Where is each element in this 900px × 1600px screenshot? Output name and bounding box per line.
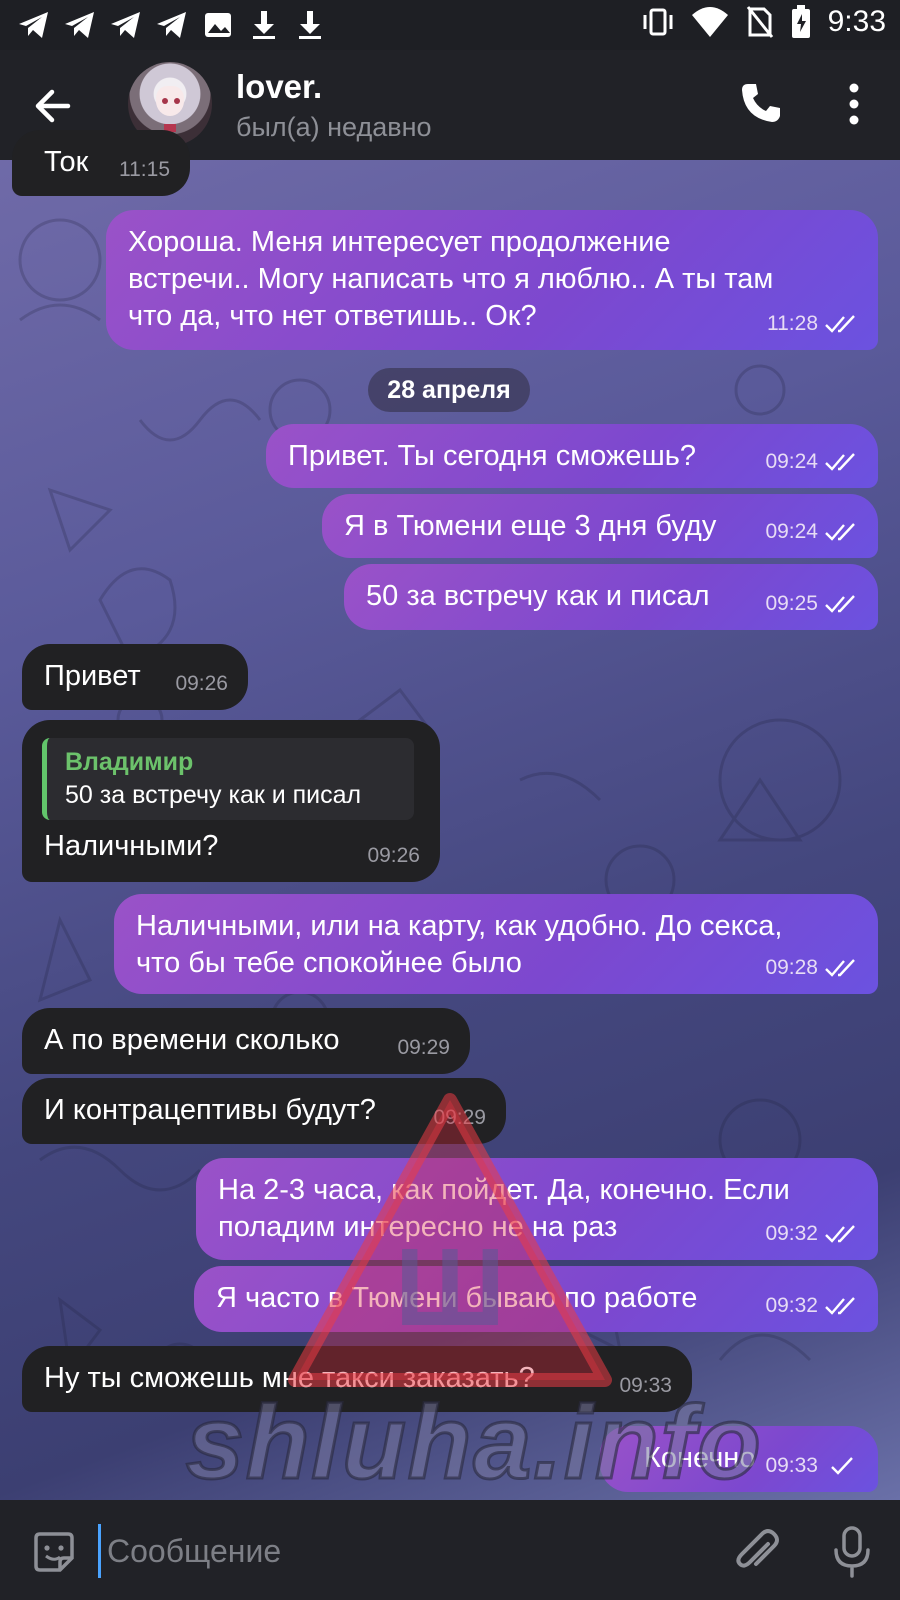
clock: 9:33 — [827, 5, 886, 38]
message-text-line: поладим интересно не на раз — [218, 1211, 618, 1243]
message-time-text: 09:33 — [619, 1374, 672, 1397]
message-time-text: 11:15 — [119, 158, 170, 181]
message-input[interactable] — [98, 1524, 709, 1578]
date-separator: 28 апреля — [368, 368, 530, 412]
notification-icons — [16, 8, 328, 42]
message-time: 09:29 — [433, 1099, 486, 1136]
message-text-line: Хороша. Меня интересует продолжение — [128, 226, 671, 258]
message-time: 09:26 — [367, 837, 420, 874]
message-outgoing[interactable]: Наличными, или на карту, как удобно. До … — [114, 894, 878, 994]
message-time-text: 09:25 — [765, 592, 818, 615]
avatar-eye — [162, 98, 168, 104]
message-incoming[interactable]: Ток 11:15 — [12, 130, 190, 196]
message-time: 09:25 — [765, 585, 858, 622]
double-check-icon — [825, 1224, 855, 1243]
telegram-icon — [157, 12, 186, 38]
telegram-icon — [111, 12, 140, 38]
message-incoming[interactable]: Привет 09:26 — [22, 644, 248, 710]
message-incoming[interactable]: А по времени сколько 09:29 — [22, 1008, 470, 1074]
vibrate-icon — [643, 8, 673, 36]
message-text: Ну ты сможешь мне такси заказать? — [44, 1362, 535, 1394]
telegram-icon — [19, 12, 48, 38]
phone-icon[interactable] — [738, 80, 784, 126]
message-time-text: 09:32 — [765, 1222, 818, 1245]
double-check-icon — [825, 1296, 855, 1315]
message-time-text: 09:24 — [765, 450, 818, 473]
message-time: 09:33 — [619, 1367, 672, 1404]
reply-text: 50 за встречу как и писал — [65, 781, 362, 809]
message-time: 09:32 — [765, 1215, 858, 1252]
message-time: 09:32 — [765, 1287, 858, 1324]
back-arrow-icon[interactable] — [28, 80, 80, 132]
message-text-line: На 2-3 часа, как пойдет. Да, конечно. Ес… — [218, 1174, 790, 1206]
message-time: 09:26 — [175, 665, 228, 702]
reply-quote[interactable]: Владимир 50 за встречу как и писал — [42, 738, 414, 820]
more-vert-icon[interactable] — [840, 80, 868, 128]
image-icon — [205, 13, 231, 37]
message-time-text: 09:26 — [367, 844, 420, 867]
message-time-text: 09:33 — [765, 1454, 818, 1477]
download-icon — [299, 11, 321, 39]
message-time: 09:28 — [765, 949, 858, 986]
battery-charging-icon — [791, 5, 810, 38]
message-time-text: 09:26 — [175, 672, 228, 695]
avatar-eye — [174, 98, 180, 104]
message-outgoing[interactable]: 50 за встречу как и писал 09:25 — [344, 564, 878, 630]
message-time-text: 09:32 — [765, 1294, 818, 1317]
message-incoming-reply[interactable]: Владимир 50 за встречу как и писал Налич… — [22, 720, 440, 882]
message-time-text: 09:28 — [765, 956, 818, 979]
message-time: 09:24 — [765, 443, 858, 480]
message-text: И контрацептивы будут? — [44, 1094, 376, 1126]
download-icon — [253, 11, 275, 39]
message-text: Ток — [44, 146, 89, 178]
reply-author: Владимир — [65, 748, 194, 776]
emoji-sticker-icon[interactable] — [30, 1528, 78, 1576]
message-text-line: встречи.. Могу написать что я люблю.. А … — [128, 263, 774, 295]
message-time: 09:29 — [397, 1029, 450, 1066]
message-outgoing[interactable]: Я в Тюмени еще 3 дня буду 09:24 — [322, 494, 878, 558]
message-incoming[interactable]: И контрацептивы будут? 09:29 — [22, 1078, 506, 1144]
message-time: 09:24 — [765, 513, 858, 550]
system-icons: 9:33 — [642, 4, 886, 40]
message-time: 09:33 — [765, 1447, 858, 1484]
message-outgoing[interactable]: Хороша. Меня интересует продолжение встр… — [106, 210, 878, 350]
message-text-line: что да, что нет ответишь.. Ок? — [128, 300, 537, 332]
double-check-icon — [825, 522, 855, 541]
message-outgoing[interactable]: Привет. Ты сегодня сможешь? 09:24 — [266, 424, 878, 488]
message-outgoing[interactable]: Я часто в Тюмени бываю по работе 09:32 — [194, 1266, 878, 1332]
wifi-icon — [691, 7, 728, 37]
double-check-icon — [825, 314, 855, 333]
double-check-icon — [825, 958, 855, 977]
message-text: Наличными? — [44, 830, 219, 862]
double-check-icon — [825, 452, 855, 471]
contact-last-seen: был(а) недавно — [236, 112, 432, 142]
single-check-icon — [831, 1456, 853, 1475]
contact-name[interactable]: lover. — [236, 68, 322, 106]
message-incoming[interactable]: Ну ты сможешь мне такси заказать? 09:33 — [22, 1346, 692, 1412]
message-text-line: что бы тебе спокойнее было — [136, 947, 522, 979]
attach-icon[interactable] — [732, 1524, 782, 1580]
message-time-text: 09:29 — [433, 1106, 486, 1129]
message-text: Я часто в Тюмени бываю по работе — [216, 1282, 698, 1314]
message-time: 11:15 — [119, 151, 170, 188]
message-outgoing[interactable]: Конечно 09:33 — [600, 1426, 878, 1492]
message-time-text: 09:24 — [765, 520, 818, 543]
double-check-icon — [825, 594, 855, 613]
message-time-text: 09:29 — [397, 1036, 450, 1059]
message-time: 11:28 — [767, 305, 858, 342]
message-text-line: Наличными, или на карту, как удобно. До … — [136, 910, 783, 942]
telegram-icon — [65, 12, 94, 38]
message-text: А по времени сколько — [44, 1024, 340, 1056]
message-composer — [0, 1500, 900, 1600]
message-time-text: 11:28 — [767, 312, 818, 335]
message-outgoing[interactable]: На 2-3 часа, как пойдет. Да, конечно. Ес… — [196, 1158, 878, 1260]
status-bar: 9:33 — [0, 0, 900, 50]
mic-icon[interactable] — [830, 1524, 874, 1580]
no-sim-icon — [746, 6, 773, 38]
